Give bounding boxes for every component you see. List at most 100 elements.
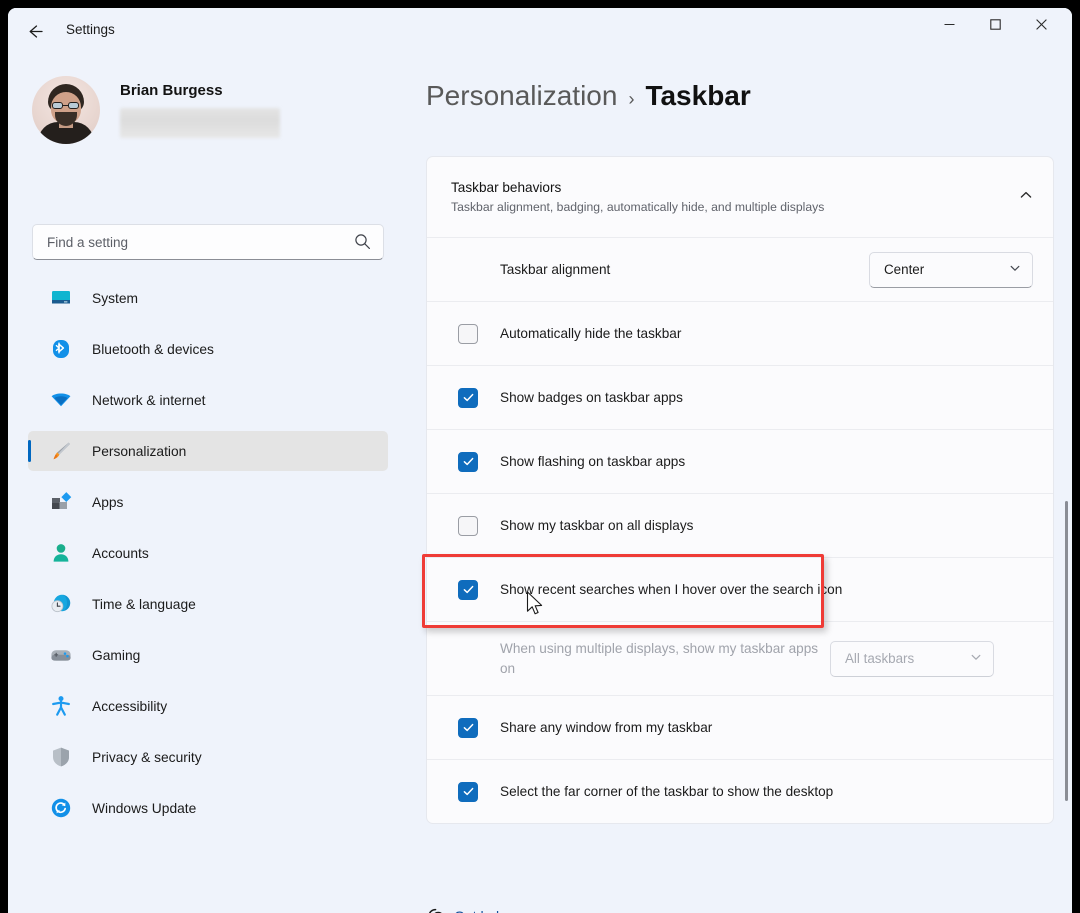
- sidebar-item-system[interactable]: System: [28, 278, 388, 318]
- help-question-icon: ?: [426, 906, 448, 913]
- avatar: [32, 76, 100, 144]
- sidebar-item-label: Bluetooth & devices: [92, 342, 214, 357]
- update-refresh-icon: [50, 797, 72, 819]
- chevron-down-icon: [1009, 261, 1021, 279]
- close-icon: [1036, 19, 1047, 30]
- sidebar-item-network-internet[interactable]: Network & internet: [28, 380, 388, 420]
- sidebar-item-label: Personalization: [92, 444, 186, 459]
- auto-hide-taskbar-checkbox[interactable]: [458, 324, 478, 344]
- app-title: Settings: [66, 22, 115, 37]
- taskbar-alignment-dropdown[interactable]: Center: [869, 252, 1033, 288]
- back-button[interactable]: [16, 14, 54, 48]
- sidebar-item-gaming[interactable]: Gaming: [28, 635, 388, 675]
- row-label: Share any window from my taskbar: [500, 720, 1033, 735]
- sidebar-item-label: Time & language: [92, 597, 196, 612]
- sidebar-item-time-language[interactable]: Time & language: [28, 584, 388, 624]
- row-auto-hide-taskbar[interactable]: Automatically hide the taskbar: [427, 301, 1053, 365]
- sidebar-item-label: System: [92, 291, 138, 306]
- sidebar-item-label: Accessibility: [92, 699, 167, 714]
- gamepad-icon: [50, 644, 72, 666]
- sidebar-item-label: Privacy & security: [92, 750, 202, 765]
- row-label: Select the far corner of the taskbar to …: [500, 784, 1033, 799]
- minimize-button[interactable]: [926, 8, 972, 41]
- user-profile[interactable]: Brian Burgess: [32, 76, 280, 144]
- row-label: Show flashing on taskbar apps: [500, 454, 1033, 469]
- row-label: Automatically hide the taskbar: [500, 326, 1033, 341]
- card-header-toggle[interactable]: Taskbar behaviors Taskbar alignment, bad…: [427, 157, 1053, 237]
- maximize-button[interactable]: [972, 8, 1018, 41]
- check-icon: [462, 391, 475, 404]
- row-multiple-displays-apps: When using multiple displays, show my ta…: [427, 621, 1053, 695]
- row-taskbar-alignment: Taskbar alignment Center: [427, 237, 1053, 301]
- row-show-badges[interactable]: Show badges on taskbar apps: [427, 365, 1053, 429]
- sidebar-item-bluetooth-devices[interactable]: Bluetooth & devices: [28, 329, 388, 369]
- settings-window: Settings B: [8, 8, 1072, 913]
- row-label: Taskbar alignment: [500, 262, 869, 277]
- accessibility-icon: [50, 695, 72, 717]
- dropdown-value: Center: [884, 262, 1009, 277]
- wifi-icon: [50, 389, 72, 411]
- card-title: Taskbar behaviors: [451, 180, 1019, 195]
- shield-icon: [50, 746, 72, 768]
- close-button[interactable]: [1018, 8, 1064, 41]
- row-label: Show badges on taskbar apps: [500, 390, 1033, 405]
- clock-globe-icon: [50, 593, 72, 615]
- sidebar-item-personalization[interactable]: Personalization: [28, 431, 388, 471]
- scrollbar-thumb[interactable]: [1065, 501, 1068, 801]
- maximize-icon: [990, 19, 1001, 30]
- multiple-displays-dropdown: All taskbars: [830, 641, 994, 677]
- taskbar-behaviors-card: Taskbar behaviors Taskbar alignment, bad…: [426, 156, 1054, 824]
- sidebar-item-apps[interactable]: Apps: [28, 482, 388, 522]
- navigation-list: System Bluetooth & devices: [28, 278, 388, 839]
- paintbrush-icon: [50, 440, 72, 462]
- row-label: Show recent searches when I hover over t…: [500, 582, 1033, 597]
- sidebar-item-label: Network & internet: [92, 393, 206, 408]
- monitor-icon: [50, 287, 72, 309]
- check-icon: [462, 455, 475, 468]
- sidebar-item-label: Windows Update: [92, 801, 196, 816]
- select-far-corner-checkbox[interactable]: [458, 782, 478, 802]
- search-input[interactable]: [47, 235, 337, 250]
- check-icon: [462, 583, 475, 596]
- row-select-far-corner[interactable]: Select the far corner of the taskbar to …: [427, 759, 1053, 823]
- breadcrumb: Personalization › Taskbar: [426, 80, 751, 112]
- arrow-left-icon: [26, 22, 45, 41]
- sidebar-item-privacy-security[interactable]: Privacy & security: [28, 737, 388, 777]
- check-icon: [462, 721, 475, 734]
- apps-icon: [50, 491, 72, 513]
- row-show-recent-searches[interactable]: Show recent searches when I hover over t…: [427, 557, 1053, 621]
- main-content: Personalization › Taskbar Taskbar behavi…: [400, 56, 1072, 913]
- show-recent-searches-checkbox[interactable]: [458, 580, 478, 600]
- chevron-down-icon: [970, 650, 982, 668]
- sidebar-item-label: Gaming: [92, 648, 140, 663]
- card-subtitle: Taskbar alignment, badging, automaticall…: [451, 200, 1019, 214]
- sidebar: Brian Burgess: [8, 56, 400, 913]
- row-share-any-window[interactable]: Share any window from my taskbar: [427, 695, 1053, 759]
- show-taskbar-all-displays-checkbox[interactable]: [458, 516, 478, 536]
- show-flashing-checkbox[interactable]: [458, 452, 478, 472]
- search-icon: [354, 233, 371, 255]
- share-any-window-checkbox[interactable]: [458, 718, 478, 738]
- row-label: When using multiple displays, show my ta…: [500, 639, 830, 678]
- dropdown-value: All taskbars: [845, 651, 970, 666]
- row-label: Show my taskbar on all displays: [500, 518, 1033, 533]
- sidebar-item-accounts[interactable]: Accounts: [28, 533, 388, 573]
- sidebar-item-label: Apps: [92, 495, 123, 510]
- sidebar-item-accessibility[interactable]: Accessibility: [28, 686, 388, 726]
- show-badges-checkbox[interactable]: [458, 388, 478, 408]
- chevron-up-icon: [1019, 188, 1033, 207]
- person-icon: [50, 542, 72, 564]
- minimize-icon: [944, 19, 955, 30]
- get-help-link[interactable]: ? Get help: [426, 908, 507, 913]
- profile-email-redacted: [120, 108, 280, 138]
- page-title: Taskbar: [645, 80, 750, 112]
- title-bar: Settings: [8, 8, 1072, 56]
- sidebar-item-label: Accounts: [92, 546, 149, 561]
- sidebar-item-windows-update[interactable]: Windows Update: [28, 788, 388, 828]
- bluetooth-icon: [50, 338, 72, 360]
- breadcrumb-separator: ›: [628, 89, 634, 110]
- row-show-taskbar-all-displays[interactable]: Show my taskbar on all displays: [427, 493, 1053, 557]
- row-show-flashing[interactable]: Show flashing on taskbar apps: [427, 429, 1053, 493]
- search-box[interactable]: [32, 224, 384, 260]
- breadcrumb-parent[interactable]: Personalization: [426, 80, 617, 112]
